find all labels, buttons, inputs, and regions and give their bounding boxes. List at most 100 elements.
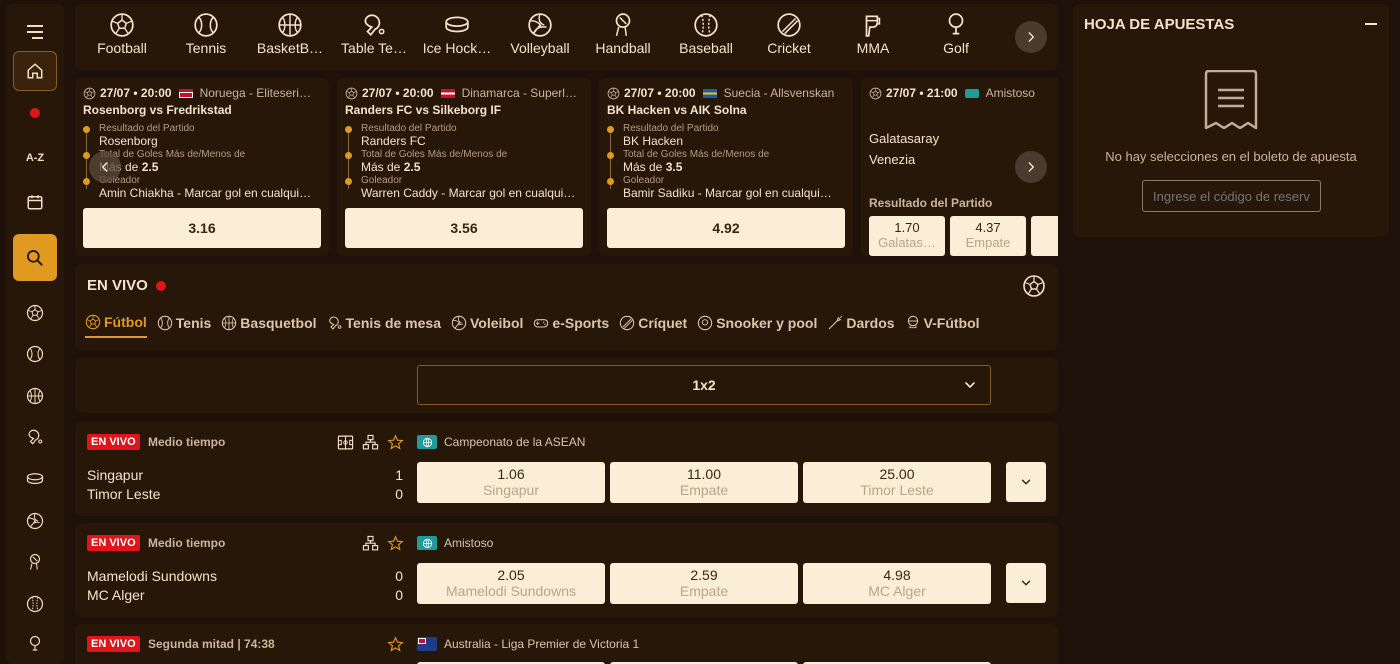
az-icon[interactable]: A-Z (13, 138, 57, 178)
sport-label: Baseball (679, 40, 733, 56)
sport-handball[interactable]: Handball (581, 12, 665, 56)
star-icon[interactable] (387, 535, 404, 552)
sidebar-table-tennis-icon[interactable] (13, 417, 57, 457)
tab-dardos[interactable]: Dardos (827, 314, 895, 338)
live-match-row: EN VIVO Medio tiempo Mamelodi Sundowns M… (75, 523, 1058, 617)
minimize-icon[interactable] (1365, 23, 1377, 25)
booking-code-input[interactable] (1142, 180, 1321, 212)
tennis-icon (193, 12, 219, 38)
sport-label: Ice Hock… (422, 40, 492, 56)
sport-golf[interactable]: Golf (914, 12, 998, 56)
tab-criquet[interactable]: Críquet (619, 314, 687, 338)
team-home: Mamelodi Sundowns (87, 568, 217, 584)
football-icon (607, 87, 620, 100)
tab-v-futbol[interactable]: V-Fútbol (905, 314, 980, 338)
more-markets-button[interactable] (1006, 462, 1046, 502)
sport-football[interactable]: Football (80, 12, 164, 56)
tab-futbol[interactable]: Fútbol (85, 314, 147, 338)
sport-label: MMA (856, 40, 890, 56)
sport-baseball[interactable]: Baseball (664, 12, 748, 56)
tab-e-sports[interactable]: e-Sports (533, 314, 609, 338)
stats-icon[interactable] (337, 434, 354, 451)
sidebar-golf-icon[interactable] (13, 624, 57, 664)
calendar-icon[interactable] (13, 182, 57, 222)
star-icon[interactable] (387, 636, 404, 653)
market-select-value: 1x2 (692, 377, 716, 393)
menu-icon[interactable] (13, 12, 57, 52)
featured-next-button[interactable] (1015, 151, 1047, 183)
australia-flag-icon (417, 637, 437, 651)
match-status: Medio tiempo (148, 435, 226, 449)
league-label: Amistoso (417, 536, 493, 550)
sidebar-volleyball-icon[interactable] (13, 501, 57, 541)
odd-button-draw[interactable]: 2.59 Empate (610, 563, 798, 604)
live-match-row: EN VIVO Segunda mitad | 74:38 Australia … (75, 624, 1058, 664)
sport-tennis[interactable]: Tennis (164, 12, 248, 56)
chevron-right-icon (1024, 160, 1038, 174)
betslip-panel: HOJA DE APUESTAS No hay selecciones en e… (1073, 4, 1389, 237)
live-icon[interactable] (13, 93, 57, 133)
odd-button-draw[interactable]: 11.00 Empate (610, 462, 798, 503)
selection-value: Más de 2.5 (99, 160, 159, 174)
card-header: 27/07 • 20:00 Dinamarca - Superl… (345, 86, 583, 100)
combo-odd-button[interactable]: 4.92 (607, 208, 845, 248)
tab-snooker[interactable]: Snooker y pool (697, 314, 817, 338)
league-label: Campeonato de la ASEAN (417, 435, 585, 449)
chevron-right-icon (1024, 30, 1038, 44)
tab-basquetbol[interactable]: Basquetbol (221, 314, 317, 338)
chevron-down-icon (962, 377, 978, 393)
odd-button-home[interactable]: 1.06 Singapur (417, 462, 605, 503)
sport-basketball[interactable]: BasketB… (248, 12, 332, 56)
tab-tenis-de-mesa[interactable]: Tenis de mesa (327, 314, 441, 338)
odd-button-home[interactable]: 2.05 Mamelodi Sundowns (417, 563, 605, 604)
sport-volleyball[interactable]: Volleyball (498, 12, 582, 56)
odd-button[interactable]: 1.70 Galatas… (869, 216, 945, 256)
market-select[interactable]: 1x2 (417, 365, 991, 405)
left-sidebar: A-Z (6, 4, 64, 664)
combo-odd-button[interactable]: 3.16 (83, 208, 321, 248)
card-datetime: 27/07 • 21:00 (886, 86, 958, 100)
tab-voleibol[interactable]: Voleibol (451, 314, 523, 338)
search-icon[interactable] (13, 234, 57, 281)
odd-button-away[interactable]: 25.00 Timor Leste (803, 462, 991, 503)
gamepad-icon (533, 315, 549, 331)
bracket-icon[interactable] (362, 535, 379, 552)
sidebar-tennis-icon[interactable] (13, 334, 57, 374)
card-datetime: 27/07 • 20:00 (362, 86, 434, 100)
live-section: EN VIVO Fútbol Tenis Basquetbol Tenis de… (75, 264, 1058, 350)
sidebar-baseball-icon[interactable] (13, 584, 57, 624)
globe-icon (417, 536, 437, 550)
featured-prev-button[interactable] (89, 151, 121, 183)
selection-market: Goleador (99, 175, 141, 186)
sidebar-football-icon[interactable] (13, 293, 57, 333)
star-icon[interactable] (387, 434, 404, 451)
football-icon (869, 87, 882, 100)
sidebar-ice-hockey-icon[interactable] (13, 459, 57, 499)
sport-ice-hockey[interactable]: Ice Hock… (415, 12, 499, 56)
bracket-icon[interactable] (362, 434, 379, 451)
sidebar-basketball-icon[interactable] (13, 376, 57, 416)
odd-button-away[interactable]: 4.98 MC Alger (803, 563, 991, 604)
more-markets-button[interactable] (1006, 563, 1046, 603)
card-league: Suecia - Allsvenskan (723, 86, 835, 100)
tab-tenis[interactable]: Tenis (157, 314, 211, 338)
sport-cricket[interactable]: Cricket (747, 12, 831, 56)
sport-table-tennis[interactable]: Table Te… (332, 12, 416, 56)
home-icon[interactable] (13, 51, 57, 91)
live-title: EN VIVO (87, 277, 166, 294)
team-away: Timor Leste (87, 486, 161, 502)
live-title-text: EN VIVO (87, 277, 148, 294)
match-status: Segunda mitad | 74:38 (148, 637, 275, 651)
selection-market: Resultado del Partido (99, 123, 195, 134)
sweden-flag-icon (702, 88, 717, 98)
sport-label: Cricket (767, 40, 811, 56)
odd-button[interactable]: 4.37 Empate (950, 216, 1026, 256)
odd-button[interactable]: 3Ve (1031, 216, 1058, 256)
selection-value: BK Hacken (623, 134, 684, 148)
sidebar-handball-icon[interactable] (13, 542, 57, 582)
football-icon[interactable] (1022, 274, 1046, 303)
denmark-flag-icon (440, 88, 455, 98)
sport-mma[interactable]: MMA (831, 12, 915, 56)
sports-next-button[interactable] (1015, 21, 1047, 53)
combo-odd-button[interactable]: 3.56 (345, 208, 583, 248)
